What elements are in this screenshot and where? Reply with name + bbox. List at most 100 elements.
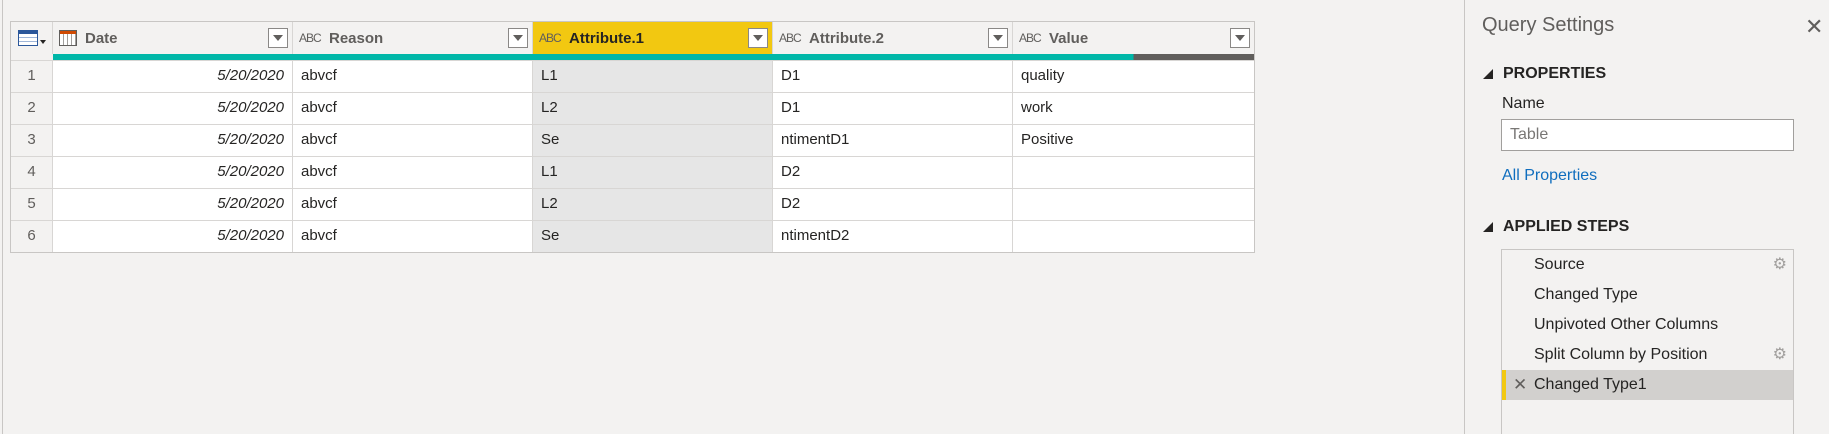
applied-step[interactable]: Changed Type: [1502, 280, 1793, 310]
section-label: APPLIED STEPS: [1503, 218, 1630, 235]
data-grid: Date ABC Reason ABC Attribute.1 ABC Attr…: [10, 21, 1255, 253]
column-header-attribute-1[interactable]: ABC Attribute.1: [533, 22, 773, 54]
attribute-1-cell[interactable]: L1: [533, 157, 773, 188]
date-cell[interactable]: 5/20/2020: [53, 61, 293, 92]
quality-bar-value: [1013, 54, 1254, 60]
reason-cell[interactable]: abvcf: [293, 125, 533, 156]
table-row[interactable]: 3 5/20/2020 abvcf Se ntimentD1 Positive: [11, 124, 1254, 156]
date-cell[interactable]: 5/20/2020: [53, 157, 293, 188]
attribute-1-cell[interactable]: L2: [533, 93, 773, 124]
column-quality-bar-row: [11, 54, 1254, 60]
applied-step[interactable]: ✕ Changed Type1: [1502, 370, 1793, 400]
attribute-1-cell[interactable]: L1: [533, 61, 773, 92]
delete-step-icon[interactable]: ✕: [1513, 370, 1527, 400]
reason-cell[interactable]: abvcf: [293, 221, 533, 252]
applied-step-label: Changed Type: [1534, 286, 1638, 303]
applied-steps-section-header[interactable]: APPLIED STEPS: [1483, 218, 1629, 236]
row-index-cell[interactable]: 2: [11, 93, 53, 124]
gear-icon[interactable]: ⚙: [1773, 340, 1787, 370]
column-filter-button[interactable]: [508, 28, 528, 48]
gear-icon[interactable]: ⚙: [1773, 250, 1787, 280]
column-filter-button[interactable]: [1230, 28, 1250, 48]
quality-bar-spacer: [11, 54, 53, 60]
column-filter-button[interactable]: [748, 28, 768, 48]
row-index-cell[interactable]: 6: [11, 221, 53, 252]
reason-cell[interactable]: abvcf: [293, 157, 533, 188]
applied-step-label: Source: [1534, 256, 1585, 273]
quality-bar-date: [53, 54, 293, 60]
date-cell[interactable]: 5/20/2020: [53, 189, 293, 220]
date-cell[interactable]: 5/20/2020: [53, 93, 293, 124]
attribute-2-cell[interactable]: ntimentD1: [773, 125, 1013, 156]
close-icon[interactable]: ✕: [1805, 16, 1823, 38]
row-index-cell[interactable]: 1: [11, 61, 53, 92]
date-cell[interactable]: 5/20/2020: [53, 125, 293, 156]
name-label: Name: [1502, 95, 1545, 112]
chevron-down-icon: [1235, 35, 1245, 41]
reason-cell[interactable]: abvcf: [293, 189, 533, 220]
pane-title: Query Settings: [1482, 14, 1615, 36]
table-menu-button[interactable]: [11, 22, 53, 54]
applied-step-label: Split Column by Position: [1534, 346, 1708, 363]
column-header-reason[interactable]: ABC Reason: [293, 22, 533, 54]
column-header-value[interactable]: ABC Value: [1013, 22, 1254, 54]
chevron-down-icon: [513, 35, 523, 41]
row-index-cell[interactable]: 3: [11, 125, 53, 156]
attribute-1-cell[interactable]: L2: [533, 189, 773, 220]
column-filter-button[interactable]: [988, 28, 1008, 48]
row-index-cell[interactable]: 4: [11, 157, 53, 188]
quality-bar-attribute-2: [773, 54, 1013, 60]
chevron-down-icon: [993, 35, 1003, 41]
value-cell[interactable]: quality: [1013, 61, 1254, 92]
table-row[interactable]: 4 5/20/2020 abvcf L1 D2: [11, 156, 1254, 188]
properties-section-header[interactable]: PROPERTIES: [1483, 65, 1606, 83]
abc-icon: ABC: [539, 31, 562, 45]
query-name-input[interactable]: [1501, 119, 1794, 151]
value-cell[interactable]: [1013, 157, 1254, 188]
attribute-1-cell[interactable]: Se: [533, 221, 773, 252]
calendar-icon: [59, 30, 77, 46]
applied-step-label: Changed Type1: [1534, 376, 1647, 393]
reason-cell[interactable]: abvcf: [293, 93, 533, 124]
table-row[interactable]: 2 5/20/2020 abvcf L2 D1 work: [11, 92, 1254, 124]
column-header-label: Attribute.1: [569, 29, 644, 47]
attribute-2-cell[interactable]: D1: [773, 93, 1013, 124]
query-settings-pane: Query Settings ✕ PROPERTIES Name All Pro…: [1464, 0, 1829, 434]
reason-cell[interactable]: abvcf: [293, 61, 533, 92]
attribute-2-cell[interactable]: D2: [773, 157, 1013, 188]
row-index-cell[interactable]: 5: [11, 189, 53, 220]
column-header-date[interactable]: Date: [53, 22, 293, 54]
table-row[interactable]: 5 5/20/2020 abvcf L2 D2: [11, 188, 1254, 220]
abc-icon: ABC: [299, 31, 322, 45]
attribute-2-cell[interactable]: D2: [773, 189, 1013, 220]
all-properties-link[interactable]: All Properties: [1502, 167, 1597, 185]
table-row[interactable]: 6 5/20/2020 abvcf Se ntimentD2: [11, 220, 1254, 252]
grid-header-row: Date ABC Reason ABC Attribute.1 ABC Attr…: [11, 22, 1254, 54]
abc-icon: ABC: [1019, 31, 1042, 45]
collapse-triangle-icon: [1483, 69, 1493, 79]
applied-step[interactable]: Unpivoted Other Columns: [1502, 310, 1793, 340]
quality-bar-attribute-1: [533, 54, 773, 60]
date-cell[interactable]: 5/20/2020: [53, 221, 293, 252]
table-row[interactable]: 1 5/20/2020 abvcf L1 D1 quality: [11, 60, 1254, 92]
attribute-2-cell[interactable]: D1: [773, 61, 1013, 92]
power-query-editor: Date ABC Reason ABC Attribute.1 ABC Attr…: [0, 0, 1829, 434]
chevron-down-icon: [753, 35, 763, 41]
attribute-2-cell[interactable]: ntimentD2: [773, 221, 1013, 252]
value-cell[interactable]: Positive: [1013, 125, 1254, 156]
value-cell[interactable]: [1013, 189, 1254, 220]
abc-icon: ABC: [779, 31, 802, 45]
column-header-attribute-2[interactable]: ABC Attribute.2: [773, 22, 1013, 54]
applied-step[interactable]: Source ⚙: [1502, 250, 1793, 280]
section-label: PROPERTIES: [1503, 65, 1607, 82]
value-cell[interactable]: [1013, 221, 1254, 252]
table-icon: [17, 30, 38, 46]
column-header-label: Date: [85, 29, 118, 47]
left-edge-divider: [2, 0, 3, 434]
applied-step[interactable]: Split Column by Position ⚙: [1502, 340, 1793, 370]
attribute-1-cell[interactable]: Se: [533, 125, 773, 156]
chevron-down-icon: [39, 40, 46, 44]
value-cell[interactable]: work: [1013, 93, 1254, 124]
column-filter-button[interactable]: [268, 28, 288, 48]
collapse-triangle-icon: [1483, 222, 1493, 232]
